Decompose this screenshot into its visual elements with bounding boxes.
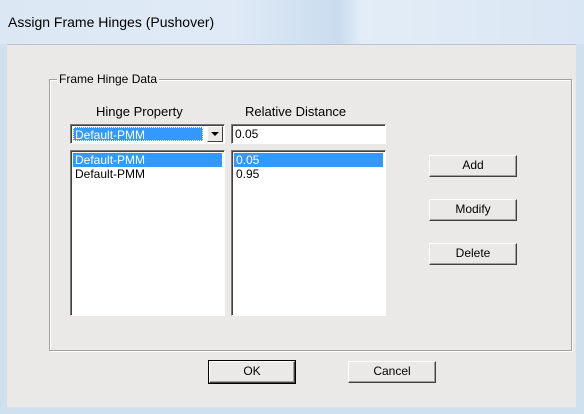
- hinge-property-list[interactable]: Default-PMM Default-PMM: [70, 150, 225, 316]
- dropdown-arrow-icon[interactable]: [207, 126, 223, 142]
- list-item[interactable]: 0.05: [234, 153, 383, 167]
- window-title: Assign Frame Hinges (Pushover): [8, 14, 215, 30]
- group-title: Frame Hinge Data: [57, 72, 160, 86]
- relative-distance-header: Relative Distance: [245, 104, 347, 119]
- cancel-button[interactable]: Cancel: [348, 361, 436, 383]
- dialog-window: Assign Frame Hinges (Pushover) Frame Hin…: [0, 0, 584, 414]
- hinge-property-selected-value: Default-PMM: [73, 127, 203, 142]
- delete-button[interactable]: Delete: [429, 243, 517, 265]
- list-item[interactable]: 0.95: [234, 167, 383, 181]
- modify-button[interactable]: Modify: [429, 199, 517, 221]
- hinge-property-header: Hinge Property: [96, 104, 183, 119]
- list-item[interactable]: Default-PMM: [73, 153, 222, 167]
- list-item[interactable]: Default-PMM: [73, 167, 222, 181]
- add-button[interactable]: Add: [429, 155, 517, 177]
- relative-distance-input[interactable]: 0.05: [231, 124, 386, 144]
- relative-distance-list[interactable]: 0.05 0.95: [231, 150, 386, 316]
- hinge-property-dropdown[interactable]: Default-PMM: [70, 124, 225, 144]
- ok-button[interactable]: OK: [208, 360, 296, 384]
- dialog-client-area: Frame Hinge Data Hinge Property Relative…: [7, 44, 576, 407]
- title-bar[interactable]: Assign Frame Hinges (Pushover): [0, 0, 584, 44]
